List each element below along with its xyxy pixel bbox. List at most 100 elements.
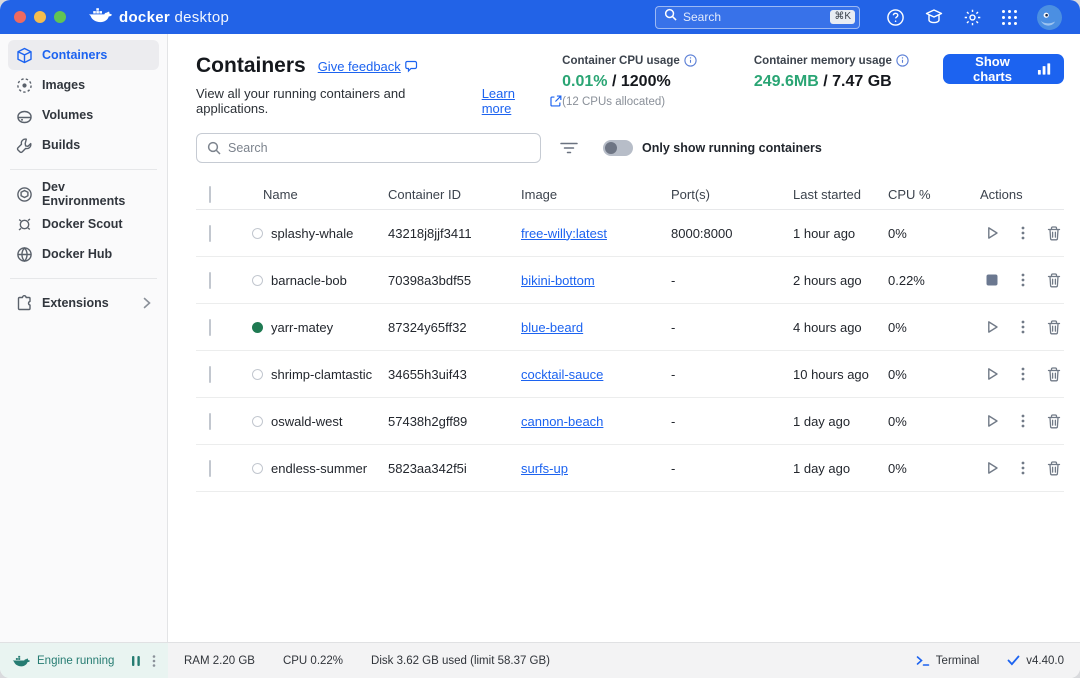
play-container-button[interactable] [982,317,1002,337]
row-menu-button[interactable] [1015,364,1031,384]
info-icon[interactable] [684,54,697,67]
filter-icon[interactable] [560,142,578,154]
running-only-toggle[interactable]: Only show running containers [603,140,822,156]
cell-image: cannon-beach [521,414,671,429]
global-search-input[interactable] [683,10,824,24]
settings-gear-icon[interactable] [963,8,982,27]
row-checkbox[interactable] [209,319,211,336]
row-checkbox[interactable] [209,413,211,430]
zoom-window-button[interactable] [54,11,66,23]
row-checkbox[interactable] [209,225,211,242]
page-description: View all your running containers and app… [196,86,562,116]
column-header-image[interactable]: Image [521,187,671,202]
pause-engine-icon[interactable] [131,655,141,667]
cell-actions [980,411,1064,432]
sidebar-item-docker-hub[interactable]: Docker Hub [8,239,159,269]
column-header-cpu[interactable]: CPU % [888,187,980,202]
table-row-endless-summer: endless-summer5823aa342f5isurfs-up-1 day… [196,445,1064,492]
toggle-switch[interactable] [603,140,633,156]
select-all-checkbox[interactable] [209,186,211,203]
memory-usage-total: / 7.47 GB [819,73,892,90]
row-menu-button[interactable] [1015,223,1031,243]
image-link[interactable]: surfs-up [521,461,568,476]
play-container-button[interactable] [982,458,1002,478]
sidebar-divider [10,169,157,170]
cpu-usage-stat: Container CPU usage 0.01% / 1200% (12 CP… [562,54,708,108]
user-avatar[interactable] [1037,5,1062,30]
table-row-barnacle-bob: barnacle-bob70398a3bdf55bikini-bottom-2 … [196,257,1064,304]
row-checkbox[interactable] [209,366,211,383]
apps-grid-icon[interactable] [1001,9,1018,26]
container-name: oswald-west [271,414,343,429]
row-menu-button[interactable] [1015,317,1031,337]
image-link[interactable]: bikini-bottom [521,273,595,288]
delete-container-button[interactable] [1044,364,1064,385]
cell-name: splashy-whale [248,226,388,241]
cell-cpu: 0% [888,461,980,476]
image-link[interactable]: cannon-beach [521,414,603,429]
container-search[interactable] [196,133,541,163]
sidebar-item-volumes[interactable]: Volumes [8,100,159,130]
engine-whale-icon [12,654,30,668]
row-menu-button[interactable] [1015,411,1031,431]
stop-container-button[interactable] [982,270,1002,290]
play-container-button[interactable] [982,364,1002,384]
image-link[interactable]: free-willy:latest [521,226,607,241]
give-feedback-link[interactable]: Give feedback [318,59,419,74]
cell-select [196,226,248,241]
learning-center-icon[interactable] [924,8,944,26]
column-header-container-id[interactable]: Container ID [388,187,521,202]
container-name: shrimp-clamtastic [271,367,372,382]
check-icon [1007,655,1020,666]
column-header-last-started[interactable]: Last started [793,187,888,202]
images-icon [16,77,33,94]
close-window-button[interactable] [14,11,26,23]
learn-more-link[interactable]: Learn more [482,86,562,116]
terminal-button[interactable]: Terminal [916,655,979,667]
column-header-ports[interactable]: Port(s) [671,187,793,202]
image-link[interactable]: cocktail-sauce [521,367,603,382]
terminal-icon [916,655,930,667]
cell-cpu: 0% [888,226,980,241]
engine-status-label: Engine running [37,655,124,667]
column-header-name[interactable]: Name [248,187,388,202]
cell-cpu: 0.22% [888,273,980,288]
external-link-icon [550,95,562,107]
image-link[interactable]: blue-beard [521,320,583,335]
delete-container-button[interactable] [1044,411,1064,432]
sidebar-item-builds[interactable]: Builds [8,130,159,160]
toggle-label: Only show running containers [642,141,822,155]
engine-status[interactable]: Engine running [0,643,168,678]
docker-desktop-logo: docker desktop [88,6,229,29]
ram-usage: RAM 2.20 GB [184,655,255,667]
cell-select [196,461,248,476]
row-menu-button[interactable] [1015,458,1031,478]
cell-cpu: 0% [888,414,980,429]
minimize-window-button[interactable] [34,11,46,23]
version-indicator[interactable]: v4.40.0 [1007,655,1064,667]
sidebar-item-docker-scout[interactable]: Docker Scout [8,209,159,239]
cell-image: cocktail-sauce [521,367,671,382]
delete-container-button[interactable] [1044,223,1064,244]
sidebar-item-images[interactable]: Images [8,70,159,100]
row-checkbox[interactable] [209,460,211,477]
help-icon[interactable] [886,8,905,27]
global-search[interactable]: ⌘K [655,6,860,29]
docker-scout-icon [16,216,33,233]
play-container-button[interactable] [982,223,1002,243]
row-checkbox[interactable] [209,272,211,289]
sidebar-item-dev-environments[interactable]: Dev Environments [8,179,159,209]
show-charts-button[interactable]: Show charts [943,54,1064,84]
container-search-input[interactable] [228,141,530,155]
engine-menu-icon[interactable] [148,654,160,668]
sidebar-item-extensions[interactable]: Extensions [8,288,159,318]
delete-container-button[interactable] [1044,270,1064,291]
cell-actions [980,317,1064,338]
play-container-button[interactable] [982,411,1002,431]
row-menu-button[interactable] [1015,270,1031,290]
sidebar-item-containers[interactable]: Containers [8,40,159,70]
delete-container-button[interactable] [1044,458,1064,479]
info-icon[interactable] [896,54,909,67]
delete-container-button[interactable] [1044,317,1064,338]
sidebar-item-label: Images [42,78,151,92]
